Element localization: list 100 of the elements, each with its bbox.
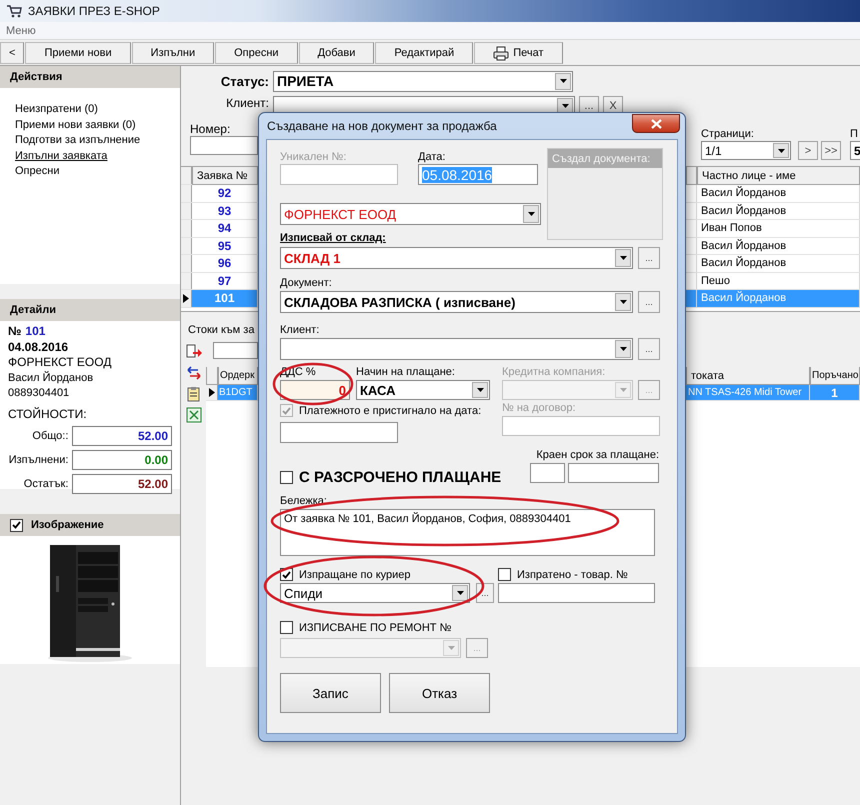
checkbox-label: Платежното е пристигнало на дата: — [299, 404, 482, 416]
window-title: ЗАЯВКИ ПРЕЗ E-SHOP — [28, 4, 160, 18]
section-title: Действия — [10, 71, 62, 83]
save-button[interactable]: Запис — [280, 673, 381, 713]
caret-icon — [620, 256, 626, 260]
browse-button[interactable]: ... — [638, 291, 660, 313]
document-arrow-icon — [186, 344, 202, 360]
print-button[interactable]: Печат — [474, 42, 562, 64]
toolbar-button[interactable]: Опресни — [215, 42, 298, 64]
value-label: Общо:: — [31, 430, 68, 442]
page-size-label: П — [850, 128, 859, 140]
caret-icon — [476, 388, 484, 392]
table-row[interactable]: 96 — [181, 255, 258, 272]
column-header: Ордерк — [218, 367, 258, 385]
toolbar-button[interactable]: Приеми нови — [25, 42, 131, 64]
caret-icon — [620, 388, 626, 392]
menu-item[interactable]: Меню — [0, 24, 42, 36]
order-date: 04.08.2016 — [8, 340, 68, 355]
close-button[interactable] — [632, 114, 680, 133]
goods-label: Стоки към за — [188, 324, 254, 336]
person-name: Васил Йорданов — [8, 370, 94, 386]
value-field: 52.00 — [72, 474, 172, 494]
cancel-button[interactable]: Отказ — [389, 673, 490, 713]
row-pointer-icon — [208, 388, 214, 397]
checkbox-label: ИЗПИСВАНЕ ПО РЕМОНТ № — [299, 622, 452, 634]
action-item[interactable]: Неизпратени (0) — [15, 102, 98, 118]
table-row[interactable]: 95 — [181, 238, 258, 255]
filter-field[interactable] — [213, 342, 258, 359]
table-row[interactable]: 92 — [181, 185, 258, 202]
row-selector-cell[interactable] — [181, 185, 192, 202]
action-link[interactable]: Изпълни заявката — [15, 148, 108, 164]
action-item[interactable]: Приеми нови заявки (0) — [15, 118, 136, 133]
dropdown[interactable]: 1/1 — [701, 141, 791, 160]
deadline-field[interactable] — [568, 463, 659, 483]
toolbar-button[interactable]: Добави — [298, 42, 374, 64]
checkbox-label: Изпращане по куриер — [299, 568, 410, 580]
page-button[interactable]: >> — [821, 141, 841, 160]
dropdown[interactable]: ПРИЕТА — [273, 70, 573, 92]
section-title: Детайли — [10, 304, 56, 316]
checkbox[interactable] — [280, 471, 293, 484]
field-label: Изписвай от склад: — [280, 232, 386, 244]
caret-icon — [620, 347, 626, 351]
row-selector-cell[interactable] — [181, 255, 192, 272]
checkbox[interactable] — [498, 568, 511, 581]
number-label: Номер: — [190, 122, 232, 136]
column-header: Частно лице - име — [697, 167, 860, 185]
number-label: № — [8, 324, 22, 340]
date-field[interactable] — [280, 422, 398, 443]
dropdown[interactable]: ФОРНЕКСТ ЕООД — [280, 203, 541, 225]
action-item[interactable]: Опресни — [15, 164, 60, 180]
dropdown[interactable]: СКЛАД 1 — [280, 247, 633, 269]
dropdown[interactable]: СКЛАДОВА РАЗПИСКА ( изписване) — [280, 291, 633, 313]
dropdown[interactable]: КАСА — [356, 380, 490, 400]
column-header: Заявка № — [192, 167, 258, 185]
toolbar-button[interactable]: Изпълни — [132, 42, 214, 64]
caret-icon — [560, 79, 566, 83]
row-pointer-icon — [183, 294, 189, 303]
row-selector-cell[interactable] — [206, 385, 218, 400]
field-label: Кредитна компания: — [502, 366, 606, 378]
caret-icon — [456, 591, 464, 595]
close-icon — [650, 118, 662, 128]
cart-icon — [6, 4, 22, 18]
note-field[interactable]: От заявка № 101, Васил Йорданов, София, 0889304401 — [280, 509, 655, 556]
column-header: токата — [686, 367, 810, 385]
field-label: Документ: — [280, 277, 332, 289]
order-number: 101 — [25, 324, 46, 340]
row-selector-cell[interactable] — [181, 238, 192, 254]
table-cell: 1 — [810, 385, 860, 400]
caret-icon — [620, 300, 626, 304]
section-title: Изображение — [31, 519, 104, 531]
value-field: 52.00 — [72, 426, 172, 446]
back-button[interactable]: < — [0, 42, 24, 64]
toolbar-button[interactable]: Редактирай — [375, 42, 474, 64]
row-selector-cell[interactable] — [181, 290, 192, 306]
row-selector-cell[interactable] — [181, 202, 192, 219]
row-selector-cell[interactable] — [181, 220, 192, 236]
deadline-field[interactable] — [530, 463, 565, 483]
corner-cell — [206, 367, 218, 385]
tracking-field[interactable] — [498, 583, 655, 603]
vat-field[interactable]: 0 — [280, 380, 350, 400]
value-label: Остатък: — [22, 478, 68, 490]
page-button[interactable]: > — [798, 141, 818, 160]
checkbox[interactable] — [10, 518, 23, 532]
field-label: Краен срок за плащане: — [536, 449, 659, 461]
browse-button[interactable]: ... — [638, 338, 660, 360]
browse-button[interactable]: ... — [476, 583, 494, 603]
dropdown[interactable]: Спиди — [280, 583, 470, 603]
page-size-field[interactable]: 5 — [850, 141, 860, 160]
clipboard-icon — [186, 386, 202, 402]
dropdown[interactable] — [280, 338, 633, 360]
row-selector-cell[interactable] — [181, 272, 192, 289]
action-item[interactable]: Подготви за изпълнение — [15, 133, 140, 148]
browse-button[interactable]: ... — [638, 247, 660, 269]
table-row[interactable]: 93 — [181, 202, 258, 220]
client-label: Клиент: — [225, 96, 269, 110]
field-label: Уникален №: — [280, 151, 348, 163]
table-row[interactable]: 94 — [181, 220, 258, 238]
number-field[interactable] — [190, 136, 258, 155]
creator-label: Създал документа: — [548, 149, 662, 168]
field-label: Клиент: — [280, 324, 320, 336]
